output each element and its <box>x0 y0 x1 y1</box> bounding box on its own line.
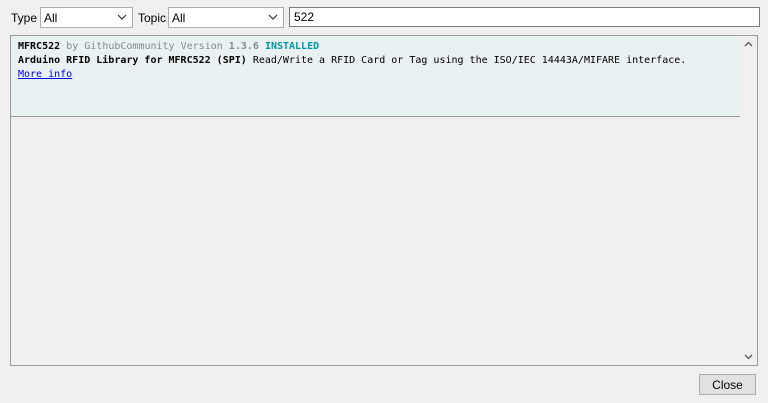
library-version-label: Version <box>180 41 223 52</box>
chevron-down-icon <box>117 14 127 20</box>
library-by: by <box>66 41 79 52</box>
scroll-up-icon[interactable] <box>740 36 757 53</box>
vertical-scrollbar[interactable] <box>740 36 757 365</box>
close-button[interactable]: Close <box>699 374 756 395</box>
library-description-text: Read/Write a RFID Card or Tag using the … <box>252 55 687 66</box>
scroll-down-icon[interactable] <box>740 348 757 365</box>
topic-select-value: All <box>172 11 186 25</box>
more-info-link[interactable]: More info <box>18 69 72 80</box>
library-description: Arduino RFID Library for MFRC522 (SPI) R… <box>18 54 741 68</box>
library-header-line: MFRC522 by GithubCommunity Version 1.3.6… <box>18 40 741 54</box>
type-label: Type <box>11 11 38 25</box>
library-name: MFRC522 <box>18 41 61 52</box>
topic-label: Topic <box>138 11 167 25</box>
status-badge: INSTALLED <box>264 41 320 52</box>
library-description-title: Arduino RFID Library for MFRC522 (SPI) <box>18 55 247 66</box>
filter-bar: Type All Topic All <box>0 0 768 32</box>
type-select-value: All <box>44 11 58 25</box>
library-version: 1.3.6 <box>228 41 259 52</box>
chevron-down-icon <box>268 14 278 20</box>
library-author: GithubCommunity <box>84 41 175 52</box>
search-input[interactable] <box>289 7 760 27</box>
topic-select[interactable]: All <box>168 7 284 28</box>
library-entry[interactable]: MFRC522 by GithubCommunity Version 1.3.6… <box>11 36 741 117</box>
library-list: MFRC522 by GithubCommunity Version 1.3.6… <box>10 35 758 366</box>
type-select[interactable]: All <box>40 7 133 28</box>
